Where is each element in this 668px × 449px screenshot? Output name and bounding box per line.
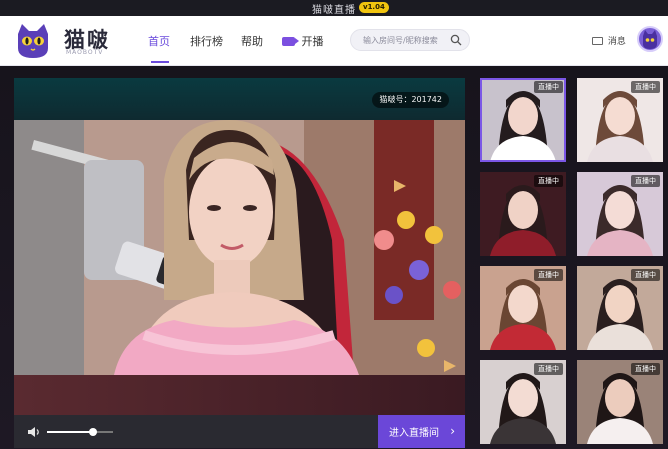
live-camera-icon xyxy=(282,37,299,46)
volume-slider[interactable] xyxy=(47,428,113,436)
live-badge: 直播中 xyxy=(631,269,660,281)
player-header: 猫啵号：201742 xyxy=(14,78,465,120)
stream-video-frame xyxy=(14,120,465,375)
messages-label: 消息 xyxy=(607,37,626,47)
window-title: 猫啵直播 xyxy=(312,5,356,16)
stream-thumbnail[interactable]: 直播中 xyxy=(480,172,566,256)
version-badge: v1.04 xyxy=(359,2,389,13)
stream-thumbnail[interactable]: 直播中 xyxy=(480,360,566,444)
live-badge: 直播中 xyxy=(534,363,563,375)
nav-active-indicator xyxy=(151,61,169,63)
nav-start-live-label: 开播 xyxy=(301,35,324,48)
nav-help[interactable]: 帮助 xyxy=(241,33,263,49)
stream-thumbnail-grid: 直播中 直播中 直播中 直播中 直播中 直播中 直播中 直播中 xyxy=(480,78,664,448)
search-icon[interactable] xyxy=(450,34,462,46)
stream-thumbnail[interactable]: 直播中 xyxy=(577,266,663,350)
cat-logo-icon[interactable] xyxy=(14,22,52,60)
window-titlebar: 猫啵直播 v1.04 xyxy=(0,0,668,16)
volume-icon[interactable] xyxy=(27,426,41,438)
stream-thumbnail[interactable]: 直播中 xyxy=(480,266,566,350)
avatar-cat-icon xyxy=(643,30,657,49)
live-badge: 直播中 xyxy=(631,81,660,93)
main-area: 猫啵号：201742 进入直播间 › 直播中 直播中 直播中 直播中 直播中 直… xyxy=(0,66,668,449)
top-navbar: 猫啵 MAOBOTV 首页 排行榜 帮助 开播 消息 xyxy=(0,16,668,66)
featured-stream-player[interactable]: 猫啵号：201742 进入直播间 › xyxy=(14,78,465,448)
nav-home[interactable]: 首页 xyxy=(148,33,170,49)
volume-slider-knob[interactable] xyxy=(89,428,98,436)
mail-icon xyxy=(592,37,603,45)
player-controls: 进入直播间 › xyxy=(14,415,465,448)
messages-button[interactable]: 消息 xyxy=(592,34,626,47)
nav-ranking[interactable]: 排行榜 xyxy=(190,33,223,49)
search-box[interactable] xyxy=(350,29,470,51)
user-avatar[interactable] xyxy=(637,26,663,52)
nav-start-live[interactable]: 开播 xyxy=(282,33,324,49)
volume-slider-fill xyxy=(47,431,94,433)
room-id-badge: 猫啵号：201742 xyxy=(372,92,449,108)
live-badge: 直播中 xyxy=(534,269,563,281)
stream-video-bottom xyxy=(14,375,465,415)
live-badge: 直播中 xyxy=(534,81,563,93)
chevron-right-icon: › xyxy=(450,424,455,438)
stream-thumbnail[interactable]: 直播中 xyxy=(480,78,566,162)
stream-video[interactable] xyxy=(14,120,465,375)
live-badge: 直播中 xyxy=(534,175,563,187)
brand-subtitle: MAOBOTV xyxy=(66,49,104,56)
live-badge: 直播中 xyxy=(631,363,660,375)
enter-room-label: 进入直播间 xyxy=(389,428,439,439)
live-badge: 直播中 xyxy=(631,175,660,187)
enter-room-button[interactable]: 进入直播间 › xyxy=(378,415,465,448)
stream-thumbnail[interactable]: 直播中 xyxy=(577,360,663,444)
stream-thumbnail[interactable]: 直播中 xyxy=(577,78,663,162)
search-input[interactable] xyxy=(363,32,451,48)
stream-thumbnail[interactable]: 直播中 xyxy=(577,172,663,256)
